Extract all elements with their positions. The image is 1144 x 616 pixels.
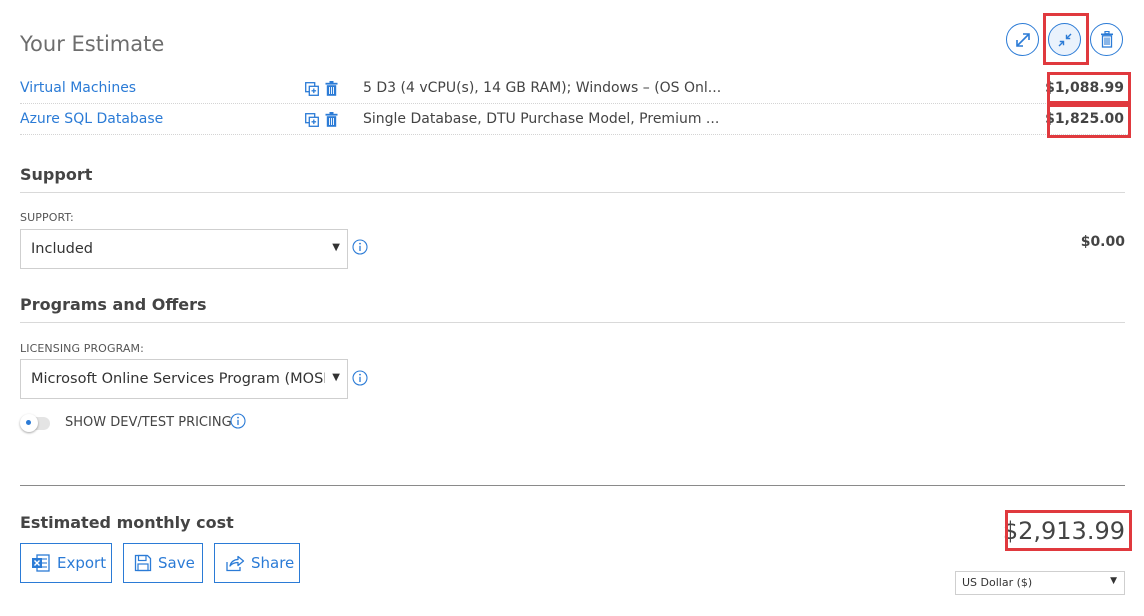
chevron-down-icon: ▼ [1110,576,1117,586]
estimate-row: Azure SQL Database Single Database, DTU … [20,105,1128,135]
save-icon [134,554,152,572]
share-button-label: Share [251,554,295,572]
section-divider [20,322,1125,323]
estimate-row: Virtual Machines 5 D3 (4 vCPU(s), 14 GB … [20,74,1128,104]
price-highlight-box [1047,72,1131,104]
expand-all-button[interactable] [1006,23,1039,56]
service-description: 5 D3 (4 vCPU(s), 14 GB RAM); Windows – (… [363,80,722,96]
duplicate-icon[interactable] [305,82,319,96]
chevron-down-icon: ▼ [332,372,340,383]
service-name-link[interactable]: Virtual Machines [20,80,136,96]
info-icon[interactable] [352,370,368,386]
collapse-highlight-box [1043,13,1089,65]
duplicate-icon[interactable] [305,113,319,127]
delete-all-button[interactable] [1090,23,1123,56]
delete-icon[interactable] [325,112,338,127]
support-label: SUPPORT: [20,211,74,224]
estimated-monthly-cost-label: Estimated monthly cost [20,513,234,532]
info-icon[interactable] [352,239,368,255]
service-description: Single Database, DTU Purchase Model, Pre… [363,111,720,127]
expand-icon [1015,32,1030,47]
dev-test-pricing-toggle[interactable] [20,414,50,432]
support-section-title: Support [20,165,93,184]
currency-select-value: US Dollar ($) [962,576,1033,589]
support-select[interactable]: Included ▼ [20,229,348,269]
delete-icon[interactable] [325,81,338,96]
save-button-label: Save [158,554,195,572]
info-icon[interactable] [230,413,246,429]
save-button[interactable]: Save [123,543,203,583]
share-icon [226,555,245,572]
price-highlight-box [1047,104,1131,138]
licensing-program-select[interactable]: Microsoft Online Services Program (MOSP)… [20,359,348,399]
export-button-label: Export [57,554,107,572]
support-price: $0.00 [1080,234,1125,250]
total-highlight-box [1005,510,1132,551]
trash-icon [1100,31,1113,48]
programs-section-title: Programs and Offers [20,295,207,314]
service-name-link[interactable]: Azure SQL Database [20,111,163,127]
share-button[interactable]: Share [214,543,300,583]
section-divider [20,192,1125,193]
licensing-program-value: Microsoft Online Services Program (MOSP) [31,371,325,387]
currency-select[interactable]: US Dollar ($) ▼ [955,571,1125,595]
export-button[interactable]: Export [20,543,112,583]
page-title: Your Estimate [20,32,165,56]
toggle-knob [20,414,38,432]
dev-test-pricing-label: SHOW DEV/TEST PRICING [65,415,232,430]
footer-divider [20,485,1125,486]
licensing-program-label: LICENSING PROGRAM: [20,342,144,355]
excel-icon [32,554,50,572]
support-select-value: Included [31,241,93,257]
chevron-down-icon: ▼ [332,242,340,253]
